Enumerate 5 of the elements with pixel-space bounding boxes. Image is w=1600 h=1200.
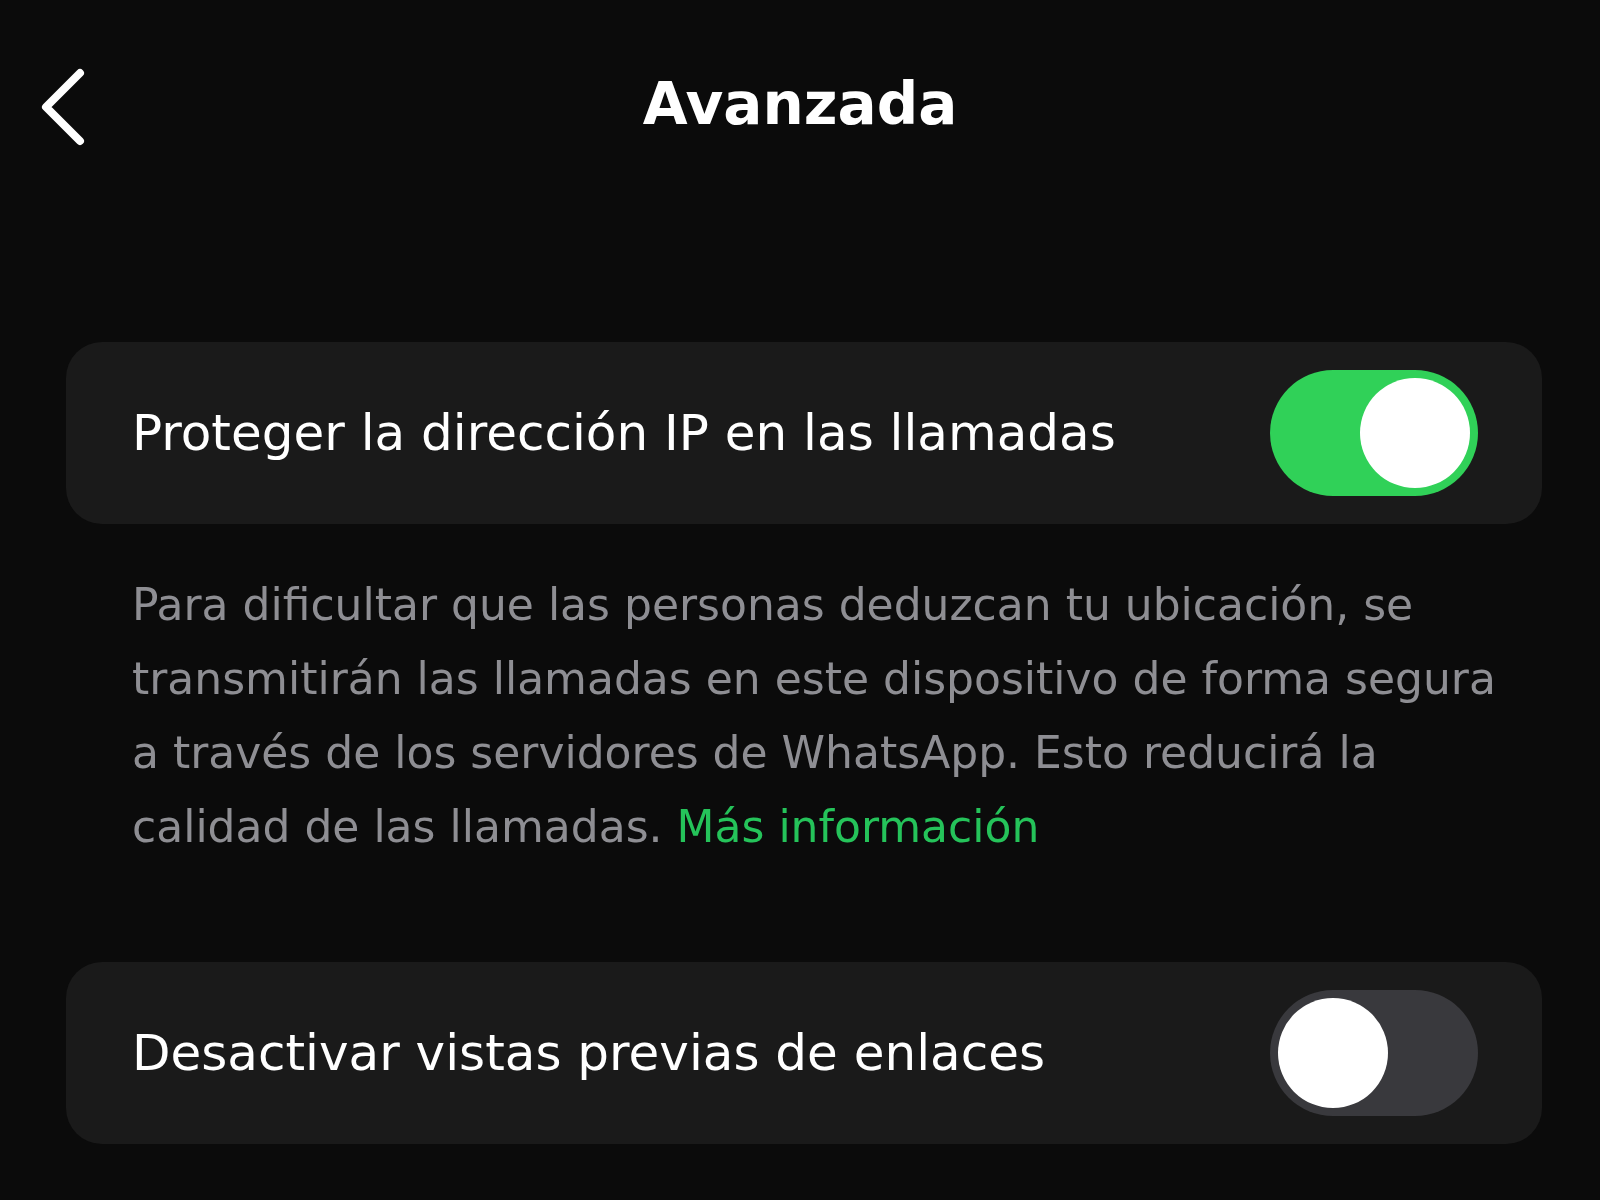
setting-label: Desactivar vistas previas de enlaces [132, 1024, 1046, 1082]
page-title: Avanzada [642, 70, 958, 140]
setting-description: Para dificultar que las personas deduzcan tu ubicación, se transmitirán las llamadas en este dispositivo de forma segura a través de los servidores de WhatsApp. Esto reducirá la calidad de las llamadas. Más información [132, 578, 1497, 854]
more-info-link[interactable]: Más información [676, 801, 1040, 852]
setting-label: Proteger la dirección IP en las llamadas [132, 404, 1116, 462]
